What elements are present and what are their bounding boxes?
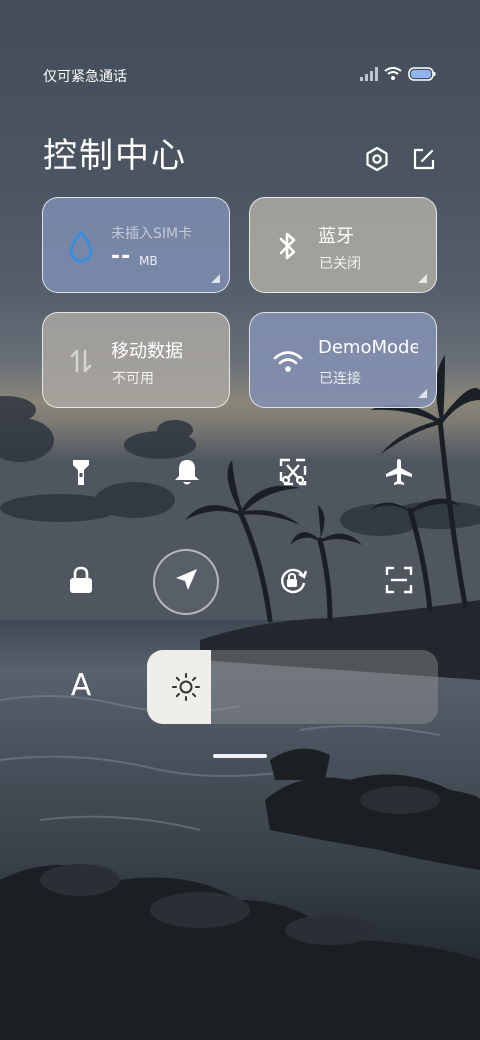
rotation-lock-icon bbox=[277, 564, 309, 600]
scissors-screenshot-icon bbox=[278, 457, 308, 491]
bluetooth-label: 蓝牙 bbox=[318, 226, 354, 247]
gear-icon bbox=[364, 146, 390, 176]
wifi-icon bbox=[272, 343, 304, 379]
bluetooth-status: 已关闭 bbox=[319, 256, 361, 272]
signal-icon bbox=[360, 66, 378, 85]
rotation-lock-toggle[interactable] bbox=[271, 560, 315, 604]
ringer-toggle[interactable] bbox=[165, 452, 209, 496]
wifi-status: 已连接 bbox=[319, 371, 361, 387]
bluetooth-icon bbox=[272, 228, 304, 264]
screenshot-toggle[interactable] bbox=[271, 452, 315, 496]
lock-icon bbox=[67, 565, 95, 599]
status-icons bbox=[360, 66, 436, 85]
status-bar: 仅可紧急通话 bbox=[0, 62, 480, 90]
scanner-toggle[interactable] bbox=[377, 560, 421, 604]
battery-icon bbox=[408, 66, 436, 85]
mobile-data-tile[interactable]: 移动数据 不可用 bbox=[42, 312, 230, 408]
wifi-tile[interactable]: DemoMode 已连接 bbox=[249, 312, 437, 408]
location-toggle[interactable] bbox=[164, 560, 208, 604]
carrier-status: 仅可紧急通话 bbox=[43, 69, 127, 85]
home-indicator[interactable] bbox=[213, 754, 267, 758]
sim-tile-label: 未插入SIM卡 bbox=[111, 226, 193, 242]
data-usage-value: -- bbox=[111, 244, 132, 269]
brightness-slider[interactable] bbox=[147, 650, 438, 724]
expand-corner-icon bbox=[418, 274, 427, 283]
expand-corner-icon bbox=[211, 274, 220, 283]
sun-icon bbox=[171, 672, 201, 702]
auto-brightness-button[interactable]: A bbox=[64, 668, 98, 708]
bell-icon bbox=[173, 457, 201, 491]
airplane-toggle[interactable] bbox=[377, 452, 421, 496]
flashlight-toggle[interactable] bbox=[59, 452, 103, 496]
scan-icon bbox=[384, 565, 414, 599]
edit-icon bbox=[411, 148, 437, 176]
expand-corner-icon bbox=[418, 389, 427, 398]
data-arrows-icon bbox=[65, 343, 97, 379]
edit-button[interactable] bbox=[411, 146, 437, 172]
lock-screen-toggle[interactable] bbox=[59, 560, 103, 604]
location-arrow-icon bbox=[172, 566, 200, 598]
bluetooth-tile[interactable]: 蓝牙 已关闭 bbox=[249, 197, 437, 293]
flashlight-icon bbox=[69, 457, 93, 491]
wifi-network-name: DemoMode bbox=[318, 337, 418, 358]
data-usage-unit: MB bbox=[139, 254, 158, 268]
settings-button[interactable] bbox=[364, 146, 390, 172]
wifi-icon bbox=[384, 66, 402, 85]
mobile-data-status: 不可用 bbox=[112, 371, 154, 387]
mobile-data-label: 移动数据 bbox=[111, 341, 183, 362]
sim-data-tile[interactable]: 未插入SIM卡 -- MB bbox=[42, 197, 230, 293]
airplane-icon bbox=[384, 457, 414, 491]
water-drop-icon bbox=[65, 228, 97, 264]
page-title: 控制中心 bbox=[43, 136, 187, 176]
